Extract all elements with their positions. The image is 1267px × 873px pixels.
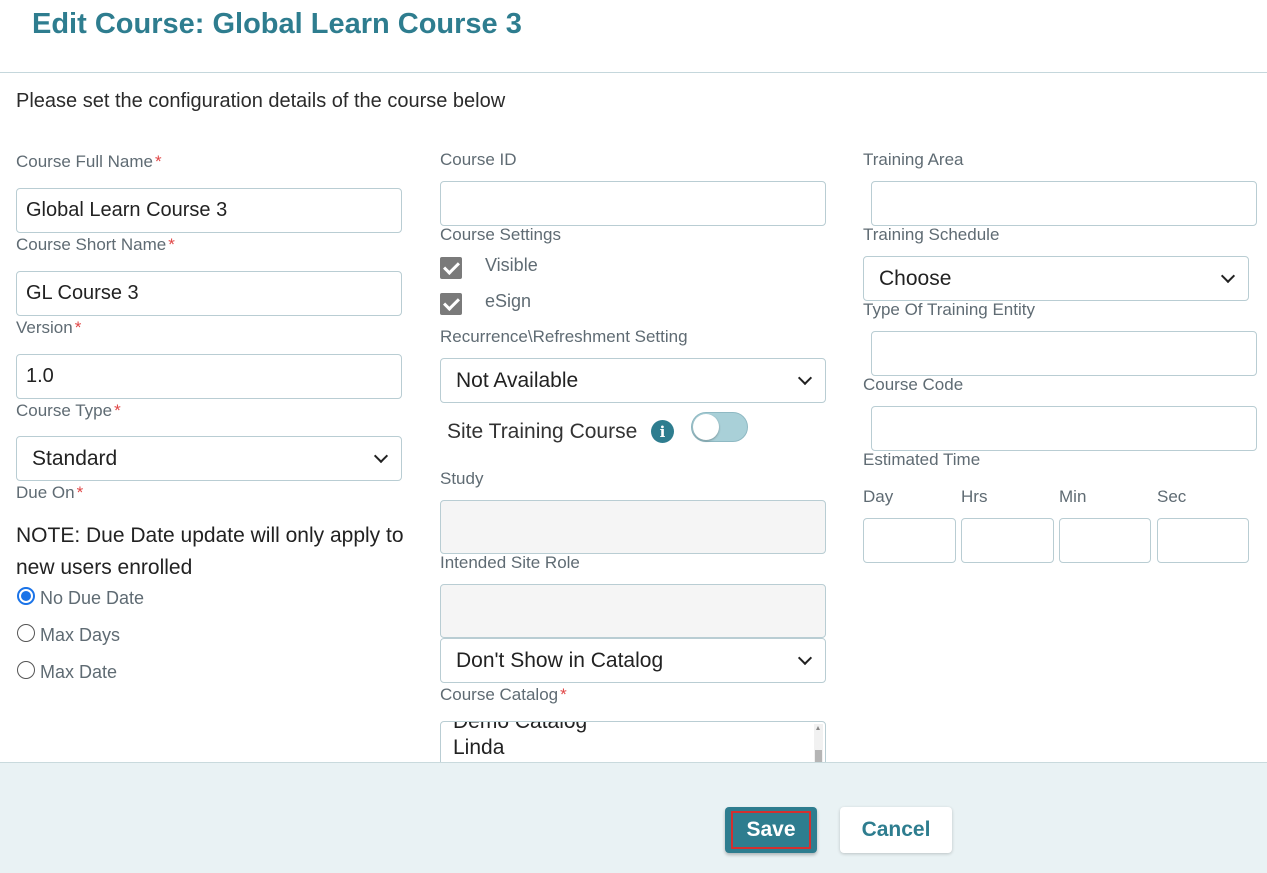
- training-entity-type-input[interactable]: [871, 331, 1257, 376]
- day-label: Day: [863, 487, 894, 506]
- chevron-down-icon: [1220, 268, 1236, 284]
- toggle-knob: [693, 414, 719, 440]
- training-schedule-label: Training Schedule: [863, 225, 1000, 244]
- hrs-label: Hrs: [961, 487, 988, 506]
- course-code-label: Course Code: [863, 375, 964, 394]
- course-short-name-input[interactable]: GL Course 3: [16, 271, 402, 316]
- course-id-input[interactable]: [440, 181, 826, 226]
- course-full-name-input[interactable]: Global Learn Course 3: [16, 188, 402, 233]
- version-input[interactable]: 1.0: [16, 354, 402, 399]
- study-input[interactable]: [440, 500, 826, 554]
- due-date-note: NOTE: Due Date update will only apply to…: [16, 524, 404, 579]
- course-type-select[interactable]: Standard: [16, 436, 402, 481]
- course-catalog-label: Course Catalog *: [440, 685, 567, 704]
- visible-label: Visible: [485, 255, 538, 275]
- max-date-radio[interactable]: [17, 661, 35, 679]
- required-marker: *: [168, 235, 175, 254]
- training-entity-type-label: Type Of Training Entity: [863, 300, 1035, 319]
- course-type-label: Course Type *: [16, 401, 121, 420]
- catalog-visibility-select[interactable]: Don't Show in Catalog: [440, 638, 826, 683]
- sec-input[interactable]: [1157, 518, 1249, 563]
- focus-outline: [731, 811, 811, 849]
- course-code-input[interactable]: [871, 406, 1257, 451]
- required-marker: *: [114, 401, 121, 420]
- recurrence-select[interactable]: Not Available: [440, 358, 826, 403]
- due-on-label: Due On *: [16, 483, 84, 502]
- recurrence-label: Recurrence\Refreshment Setting: [440, 327, 688, 346]
- page-title: Edit Course: Global Learn Course 3: [32, 8, 522, 40]
- hrs-input[interactable]: [961, 518, 1054, 563]
- header-divider: [0, 72, 1267, 73]
- training-area-input[interactable]: [871, 181, 1257, 226]
- cancel-button[interactable]: Cancel: [840, 807, 952, 853]
- max-date-label[interactable]: Max Date: [40, 662, 117, 683]
- footer-bar: [0, 762, 1267, 873]
- no-due-date-radio[interactable]: [17, 587, 35, 605]
- max-days-radio[interactable]: [17, 624, 35, 642]
- required-marker: *: [74, 318, 82, 337]
- min-input[interactable]: [1059, 518, 1151, 563]
- min-label: Min: [1059, 487, 1087, 506]
- required-marker: *: [155, 152, 162, 171]
- required-marker: *: [560, 685, 567, 704]
- sec-label: Sec: [1157, 487, 1187, 506]
- required-marker: *: [76, 483, 84, 502]
- course-full-name-label: Course Full Name *: [16, 152, 162, 171]
- esign-label: eSign: [485, 291, 532, 311]
- no-due-date-label[interactable]: No Due Date: [40, 588, 144, 609]
- catalog-option[interactable]: Linda: [453, 736, 504, 760]
- visible-checkbox[interactable]: [440, 257, 462, 279]
- intro-text: Please set the configuration details of …: [16, 90, 506, 112]
- catalog-option[interactable]: Demo Catalog: [453, 722, 587, 734]
- chevron-down-icon: [373, 448, 389, 464]
- intended-site-role-label: Intended Site Role: [440, 553, 580, 572]
- scroll-up-icon[interactable]: [816, 726, 820, 730]
- training-schedule-select[interactable]: Choose: [863, 256, 1249, 301]
- site-training-course-label: Site Training Course: [447, 420, 638, 443]
- course-short-name-label: Course Short Name *: [16, 235, 175, 254]
- intended-site-role-input[interactable]: [440, 584, 826, 638]
- info-icon[interactable]: i: [651, 420, 674, 443]
- chevron-down-icon: [797, 370, 813, 386]
- day-input[interactable]: [863, 518, 956, 563]
- chevron-down-icon: [797, 650, 813, 666]
- site-training-toggle[interactable]: [691, 412, 748, 442]
- course-settings-label: Course Settings: [440, 225, 561, 244]
- max-days-label[interactable]: Max Days: [40, 625, 120, 646]
- training-area-label: Training Area: [863, 150, 964, 169]
- save-button[interactable]: Save: [725, 807, 817, 853]
- course-id-label: Course ID: [440, 150, 517, 169]
- estimated-time-label: Estimated Time: [863, 450, 981, 469]
- version-label: Version *: [16, 318, 82, 337]
- study-label: Study: [440, 469, 484, 488]
- esign-checkbox[interactable]: [440, 293, 462, 315]
